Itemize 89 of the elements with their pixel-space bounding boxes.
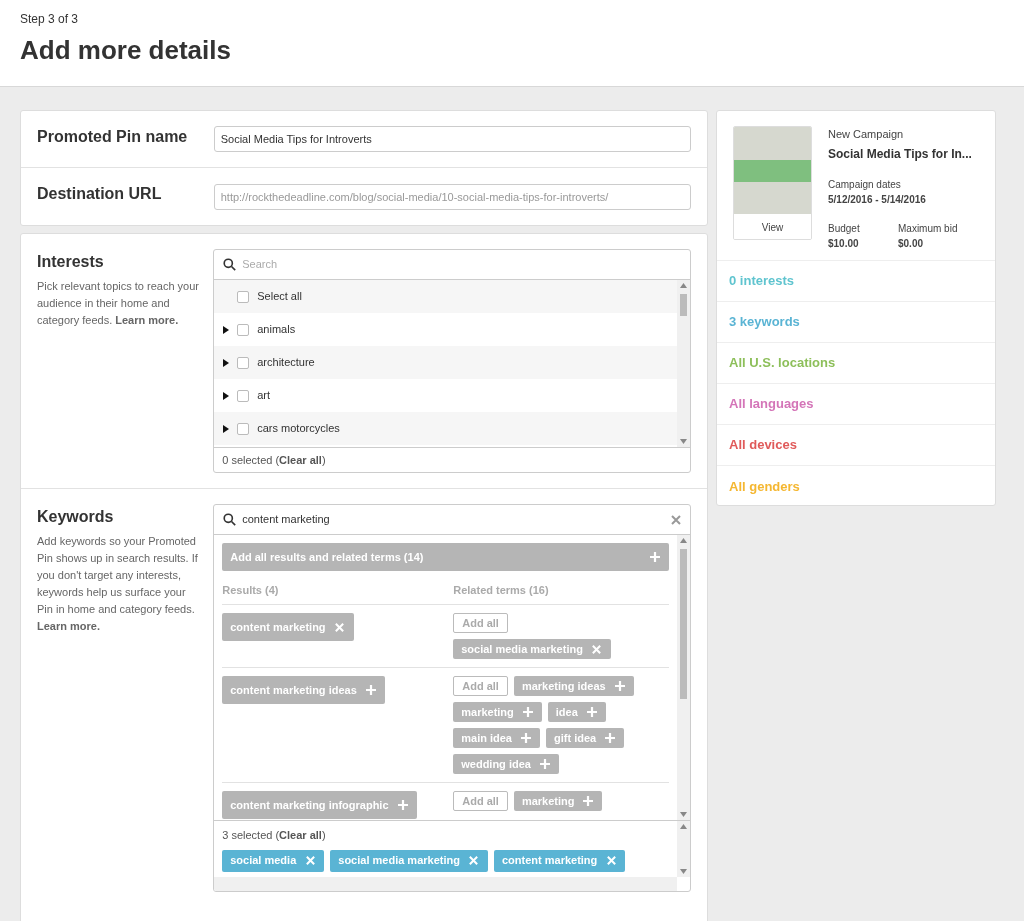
section-title: Keywords	[37, 507, 115, 527]
targeting-link[interactable]: 0 interests	[717, 261, 995, 302]
scroll-up-icon[interactable]	[680, 283, 687, 288]
targeting-link[interactable]: All U.S. locations	[717, 343, 995, 384]
scroll-thumb[interactable]	[680, 294, 687, 316]
keyword-tag[interactable]: idea	[547, 702, 606, 722]
interest-item[interactable]: architecture	[214, 346, 677, 379]
keyword-tag[interactable]: social media marketing	[453, 639, 611, 659]
targeting-link[interactable]: All devices	[717, 425, 995, 466]
keyword-tag[interactable]: content marketing	[493, 849, 626, 872]
horizontal-scrollbar[interactable]	[214, 877, 677, 891]
plus-icon[interactable]	[520, 732, 532, 744]
text-field[interactable]: http://rockthedeadline.com/blog/social-media/10-social-media-tips-for-introverts/	[213, 183, 691, 210]
plus-icon[interactable]	[538, 758, 551, 770]
budget-value: $10.00	[828, 236, 860, 251]
campaign-label: New Campaign	[828, 127, 905, 142]
plus-icon[interactable]	[585, 706, 598, 718]
column-heading: Related terms (16)	[453, 582, 549, 598]
budget-label: Budget	[828, 221, 861, 236]
keyword-tag[interactable]: marketing ideas	[513, 676, 634, 696]
step-label: Step 3 of 3	[20, 11, 80, 28]
scrollbar[interactable]	[677, 280, 690, 447]
caret-right-icon[interactable]	[223, 325, 230, 334]
keyword-tag[interactable]: gift idea	[546, 728, 625, 748]
scroll-down-icon[interactable]	[680, 869, 687, 874]
selection-count: 3 selected (Clear all)	[222, 828, 327, 843]
field-label: Promoted Pin name	[37, 126, 189, 147]
bid-label: Maximum bid	[898, 221, 958, 236]
search-field[interactable]: content marketing	[242, 511, 671, 528]
remove-icon[interactable]	[467, 854, 480, 867]
section-title: Interests	[37, 252, 105, 272]
text-field[interactable]: Social Media Tips for Introverts	[213, 126, 691, 152]
plus-icon[interactable]	[582, 795, 595, 807]
dates-label: Campaign dates	[828, 177, 902, 192]
scroll-up-icon[interactable]	[680, 538, 687, 543]
column-heading: Results (4)	[222, 582, 280, 598]
add-all-button[interactable]: Add all	[453, 791, 508, 811]
plus-icon[interactable]	[364, 684, 377, 696]
keyword-tag[interactable]: content marketing ideas	[222, 676, 385, 704]
remove-icon[interactable]	[590, 643, 603, 655]
scroll-down-icon[interactable]	[680, 439, 687, 444]
remove-icon[interactable]	[304, 854, 317, 867]
add-all-button[interactable]: Add all	[453, 676, 508, 696]
keyword-tag[interactable]: marketing	[453, 702, 542, 722]
interest-item[interactable]: cars motorcycles	[214, 412, 677, 445]
caret-right-icon[interactable]	[223, 358, 230, 367]
plus-icon[interactable]	[396, 799, 409, 811]
checkbox[interactable]	[237, 356, 250, 369]
add-all-button[interactable]: Add all	[453, 613, 508, 633]
keyword-tag[interactable]: marketing	[513, 791, 603, 811]
scroll-up-icon[interactable]	[680, 824, 687, 829]
close-icon[interactable]	[671, 514, 681, 525]
bid-value: $0.00	[898, 236, 925, 251]
interest-item[interactable]: Select all	[214, 280, 677, 313]
remove-icon[interactable]	[605, 854, 618, 867]
plus-icon[interactable]	[613, 680, 626, 692]
page-title: Add more details	[20, 34, 232, 66]
keyword-tag[interactable]: wedding idea	[453, 754, 559, 774]
section-description: Pick relevant topics to reach your audience in their home and category feeds. Learn more.	[37, 279, 200, 328]
remove-icon[interactable]	[333, 621, 346, 633]
plus-icon[interactable]	[649, 551, 661, 563]
plus-icon[interactable]	[521, 706, 534, 718]
caret-right-icon[interactable]	[223, 391, 230, 400]
targeting-link[interactable]: All languages	[717, 384, 995, 425]
scrollbar[interactable]	[677, 821, 690, 877]
targeting-link[interactable]: 3 keywords	[717, 302, 995, 343]
keyword-tag[interactable]: social media marketing	[330, 849, 488, 872]
checkbox[interactable]	[237, 290, 250, 303]
field-label: Destination URL	[37, 184, 163, 204]
checkbox[interactable]	[237, 389, 250, 402]
caret-right-icon[interactable]	[223, 424, 230, 433]
scrollbar[interactable]	[677, 535, 690, 820]
plus-icon[interactable]	[604, 732, 617, 744]
keyword-tag[interactable]: content marketing infographic	[222, 791, 417, 819]
search-icon	[223, 513, 237, 526]
checkbox[interactable]	[237, 422, 250, 435]
selection-count: 0 selected (Clear all)	[221, 452, 327, 468]
keyword-tag[interactable]: content marketing	[222, 613, 354, 641]
keyword-tag[interactable]: social media	[222, 849, 325, 872]
add-all-button[interactable]: Add all results and related terms (14)	[222, 543, 669, 571]
pin-title: Social Media Tips for In...	[828, 145, 973, 163]
scroll-thumb[interactable]	[680, 549, 687, 699]
keyword-tag[interactable]: main idea	[453, 728, 540, 748]
targeting-link[interactable]: All genders	[717, 466, 995, 507]
campaign-dates: 5/12/2016 - 5/14/2016	[828, 192, 927, 207]
section-description: Add keywords so your Promoted Pin shows up in search results. If you don't target any interests, keywords help us surface your Pin in home and category feeds. Learn more.	[37, 534, 199, 634]
search-icon	[223, 258, 237, 271]
scroll-down-icon[interactable]	[680, 812, 687, 817]
checkbox[interactable]	[237, 323, 250, 336]
